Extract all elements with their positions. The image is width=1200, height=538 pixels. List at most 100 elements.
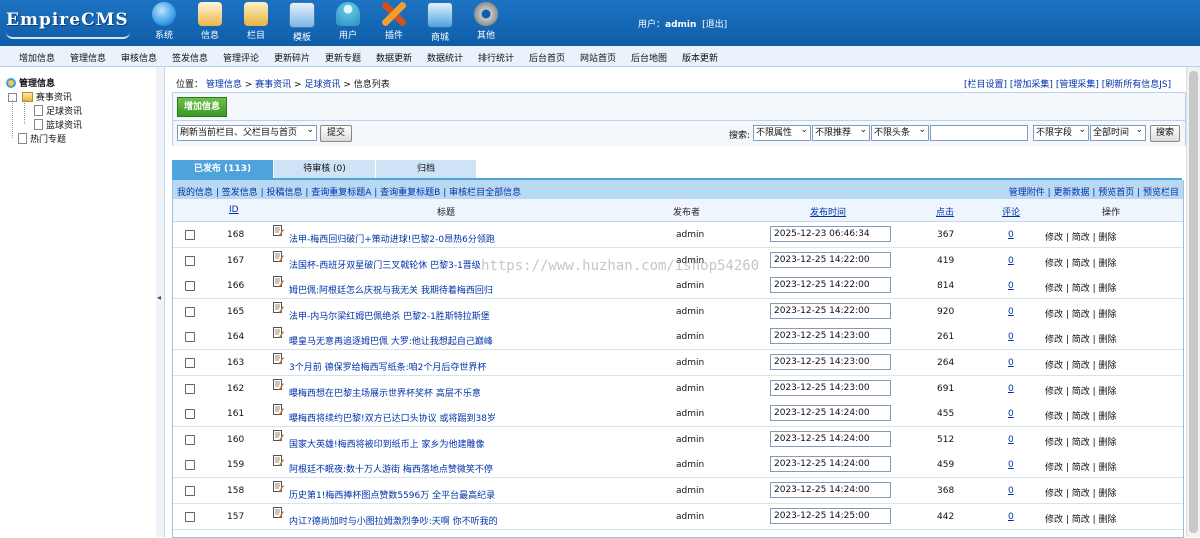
crumb-link-football[interactable]: 足球资讯 — [304, 80, 340, 90]
nav-user[interactable]: 用户 — [328, 2, 368, 41]
row-ops-links[interactable]: 修改 | 简改 | 删除 — [1045, 486, 1117, 499]
row-ops-links[interactable]: 修改 | 简改 | 删除 — [1045, 307, 1117, 320]
row-comments-link[interactable]: 0 — [1008, 486, 1014, 496]
tab-pending[interactable]: 待审核 (0) — [274, 160, 375, 178]
column-settings-link[interactable]: [栏目设置] — [964, 80, 1007, 90]
row-title-link[interactable]: 法国杯-西班牙双星破门三叉戟轮休 巴黎3-1晋级 — [289, 258, 481, 271]
row-checkbox[interactable] — [185, 358, 195, 368]
search-button[interactable]: 搜索 — [1150, 125, 1180, 142]
tree-node-events[interactable]: 赛事资讯 — [8, 90, 72, 103]
row-title-link[interactable]: 曝梅西想在巴黎主场展示世界杯奖杯 高层不乐意 — [289, 386, 481, 399]
list-right-links[interactable]: 管理附件 | 更新数据 | 预览首页 | 预览栏目 — [1009, 185, 1179, 198]
row-comments-link[interactable]: 0 — [1008, 281, 1014, 291]
menu-review-info[interactable]: 审核信息 — [121, 51, 157, 64]
nav-plugin[interactable]: 插件 — [374, 2, 414, 41]
filter-attr-select[interactable]: 不限属性 — [753, 123, 811, 141]
col-id[interactable]: ID — [229, 205, 239, 215]
nav-shop[interactable]: 商城 — [420, 2, 460, 43]
nav-system[interactable]: 系统 — [144, 2, 184, 41]
row-checkbox[interactable] — [185, 307, 195, 317]
tree-root[interactable]: 管理信息 — [6, 76, 55, 89]
row-time-field[interactable]: 2023-12-25 14:24:00 — [770, 405, 891, 421]
panel-splitter[interactable]: ◂ — [156, 67, 165, 537]
refresh-js-link[interactable]: [刷新所有信息JS] — [1102, 80, 1171, 90]
row-checkbox[interactable] — [185, 281, 195, 291]
nav-column[interactable]: 栏目 — [236, 2, 276, 41]
manage-collect-link[interactable]: [管理采集] — [1056, 80, 1099, 90]
row-title-link[interactable]: 历史第1!梅西捧杯图点赞数5596万 全平台最高纪录 — [289, 488, 495, 501]
row-title-link[interactable]: 法甲-内马尔梁红姆巴佩绝杀 巴黎2-1胜斯特拉斯堡 — [289, 309, 490, 322]
row-checkbox[interactable] — [185, 435, 195, 445]
vertical-scrollbar[interactable] — [1186, 67, 1200, 537]
add-collect-link[interactable]: [增加采集] — [1010, 80, 1053, 90]
search-input[interactable] — [930, 125, 1028, 141]
menu-data-stats[interactable]: 数据统计 — [427, 51, 463, 64]
row-comments-link[interactable]: 0 — [1008, 230, 1014, 240]
nav-other[interactable]: 其他 — [466, 2, 506, 41]
row-title-link[interactable]: 曝梅西将续约巴黎!双方已达口头协议 或将踢到38岁 — [289, 411, 496, 424]
row-time-field[interactable]: 2023-12-25 14:23:00 — [770, 328, 891, 344]
menu-manage-info[interactable]: 管理信息 — [70, 51, 106, 64]
col-hits[interactable]: 点击 — [936, 205, 954, 218]
row-time-field[interactable]: 2023-12-25 14:22:00 — [770, 252, 891, 268]
row-time-field[interactable]: 2023-12-25 14:23:00 — [770, 380, 891, 396]
row-comments-link[interactable]: 0 — [1008, 409, 1014, 419]
row-ops-links[interactable]: 修改 | 简改 | 删除 — [1045, 409, 1117, 422]
tree-hot-topics[interactable]: 热门专题 — [18, 132, 66, 145]
row-comments-link[interactable]: 0 — [1008, 358, 1014, 368]
tree-child-basketball[interactable]: 篮球资讯 — [34, 118, 82, 131]
row-checkbox[interactable] — [185, 384, 195, 394]
row-comments-link[interactable]: 0 — [1008, 460, 1014, 470]
row-title-link[interactable]: 阿根廷不眠夜:数十万人游街 梅西落地点赞微笑不停 — [289, 462, 493, 475]
row-time-field[interactable]: 2023-12-25 14:24:00 — [770, 431, 891, 447]
list-left-links[interactable]: 我的信息 | 签发信息 | 投稿信息 | 查询重复标题A | 查询重复标题B |… — [177, 185, 521, 198]
logout-link[interactable]: [退出] — [702, 20, 727, 30]
menu-version-update[interactable]: 版本更新 — [682, 51, 718, 64]
row-ops-links[interactable]: 修改 | 简改 | 删除 — [1045, 230, 1117, 243]
row-ops-links[interactable]: 修改 | 简改 | 删除 — [1045, 332, 1117, 345]
row-title-link[interactable]: 法甲-梅西回归破门+策动进球!巴黎2-0昂热6分领跑 — [289, 232, 495, 245]
row-ops-links[interactable]: 修改 | 简改 | 删除 — [1045, 435, 1117, 448]
col-comments[interactable]: 评论 — [1002, 205, 1020, 218]
filter-recommend-select[interactable]: 不限推荐 — [812, 123, 870, 141]
tab-published[interactable]: 已发布 (113) — [172, 160, 273, 178]
field-select[interactable]: 不限字段 — [1033, 123, 1089, 141]
menu-add-info[interactable]: 增加信息 — [19, 51, 55, 64]
row-ops-links[interactable]: 修改 | 简改 | 删除 — [1045, 512, 1117, 525]
menu-sign-info[interactable]: 签发信息 — [172, 51, 208, 64]
row-comments-link[interactable]: 0 — [1008, 307, 1014, 317]
row-title-link[interactable]: 内讧?德尚加时与小图拉姆激烈争吵:天啊 你不听我的 — [289, 514, 498, 527]
row-checkbox[interactable] — [185, 256, 195, 266]
row-ops-links[interactable]: 修改 | 简改 | 删除 — [1045, 281, 1117, 294]
refresh-select[interactable]: 刷新当前栏目、父栏目与首页 — [177, 123, 317, 141]
row-checkbox[interactable] — [185, 460, 195, 470]
row-checkbox[interactable] — [185, 332, 195, 342]
row-title-link[interactable]: 姆巴佩:阿根廷怎么庆祝与我无关 我期待着梅西回归 — [289, 283, 493, 296]
row-ops-links[interactable]: 修改 | 简改 | 删除 — [1045, 384, 1117, 397]
nav-info[interactable]: 信息 — [190, 2, 230, 41]
menu-update-topics[interactable]: 更新专题 — [325, 51, 361, 64]
crumb-link-events[interactable]: 赛事资讯 — [255, 80, 291, 90]
row-time-field[interactable]: 2023-12-25 14:22:00 — [770, 277, 891, 293]
tab-archive[interactable]: 归档 — [376, 160, 476, 178]
row-time-field[interactable]: 2023-12-25 14:22:00 — [770, 303, 891, 319]
row-ops-links[interactable]: 修改 | 简改 | 删除 — [1045, 358, 1117, 371]
menu-rank-stats[interactable]: 排行统计 — [478, 51, 514, 64]
row-time-field[interactable]: 2025-12-23 06:46:34 — [770, 226, 891, 242]
menu-admin-home[interactable]: 后台首页 — [529, 51, 565, 64]
add-info-button[interactable]: 增加信息 — [177, 97, 227, 117]
menu-manage-comments[interactable]: 管理评论 — [223, 51, 259, 64]
row-checkbox[interactable] — [185, 409, 195, 419]
scrollbar-thumb[interactable] — [1189, 71, 1198, 533]
row-title-link[interactable]: 3个月前 德保罗给梅西写纸条:咱2个月后夺世界杯 — [289, 360, 486, 373]
row-time-field[interactable]: 2023-12-25 14:23:00 — [770, 354, 891, 370]
tree-child-football[interactable]: 足球资讯 — [34, 104, 82, 117]
row-title-link[interactable]: 曝皇马无意再追逐姆巴佩 大罗:他让我想起自己巅峰 — [289, 334, 493, 347]
filter-headline-select[interactable]: 不限头条 — [871, 123, 929, 141]
submit-button[interactable]: 提交 — [320, 125, 352, 142]
time-select[interactable]: 全部时间 — [1090, 123, 1146, 141]
row-time-field[interactable]: 2023-12-25 14:25:00 — [770, 508, 891, 524]
menu-data-update[interactable]: 数据更新 — [376, 51, 412, 64]
row-comments-link[interactable]: 0 — [1008, 256, 1014, 266]
crumb-link-manage[interactable]: 管理信息 — [206, 80, 242, 90]
